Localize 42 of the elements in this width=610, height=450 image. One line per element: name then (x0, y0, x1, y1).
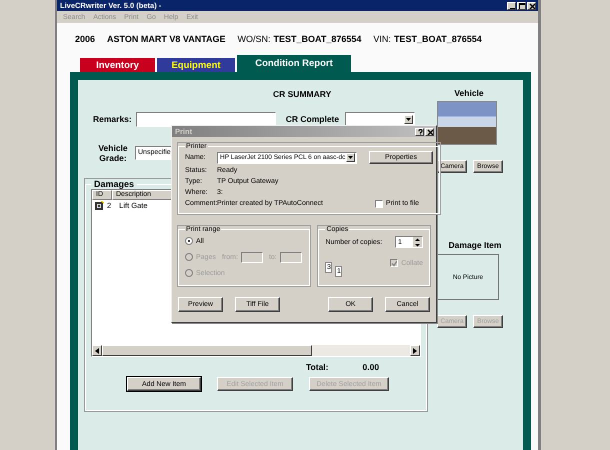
section-title: CR SUMMARY (272, 89, 332, 99)
tab[interactable]: Inventory (80, 58, 155, 72)
maximize-icon (518, 2, 524, 8)
scroll-thumb[interactable] (102, 345, 312, 356)
scroll-right-icon (413, 348, 417, 354)
date-dropdown[interactable] (345, 112, 416, 126)
group-label: Damages (93, 179, 136, 189)
section-title: Vehicle (453, 88, 485, 98)
vin-label: VIN: (373, 34, 391, 44)
vehicle-year: 2006 (75, 34, 96, 44)
section-title: Damage Item (448, 240, 502, 250)
wo-value: TEST_BOAT_876554 (274, 34, 362, 44)
close-button[interactable] (425, 128, 434, 136)
horizontal-scrollbar[interactable] (92, 345, 420, 356)
field-label: Remarks: (93, 114, 132, 124)
vin-value: TEST_BOAT_876554 (394, 34, 482, 44)
from-page-field[interactable] (240, 252, 263, 262)
field-label: Vehicle Grade: (97, 143, 129, 163)
dropdown-arrow-icon (406, 118, 412, 120)
tab[interactable]: Condition Report (237, 55, 351, 72)
dropdown-arrow-icon (348, 156, 353, 159)
tab[interactable]: Equipment (157, 58, 235, 72)
wo-label: WO/SN: (238, 34, 271, 44)
camera-icon (95, 201, 104, 210)
close-button[interactable] (527, 2, 536, 10)
checkbox[interactable] (374, 200, 383, 208)
remarks-field[interactable] (136, 112, 276, 126)
scroll-left-icon (95, 348, 99, 354)
close-icon (426, 128, 432, 134)
help-icon (416, 128, 422, 134)
radio-button[interactable] (185, 237, 193, 245)
help-button[interactable] (415, 128, 424, 136)
field-label: CR Complete (286, 114, 340, 124)
spinner-arrows-icon (414, 236, 421, 248)
photo-placeholder (437, 101, 497, 145)
total-value: 0.00 (362, 362, 380, 372)
total-label: Total: (306, 362, 329, 372)
maximize-button[interactable] (517, 2, 526, 10)
vehicle-name: ASTON MART V8 VANTAGE (107, 34, 226, 44)
minimize-button[interactable] (507, 2, 516, 10)
close-icon (528, 2, 534, 8)
to-page-field[interactable] (280, 252, 302, 262)
